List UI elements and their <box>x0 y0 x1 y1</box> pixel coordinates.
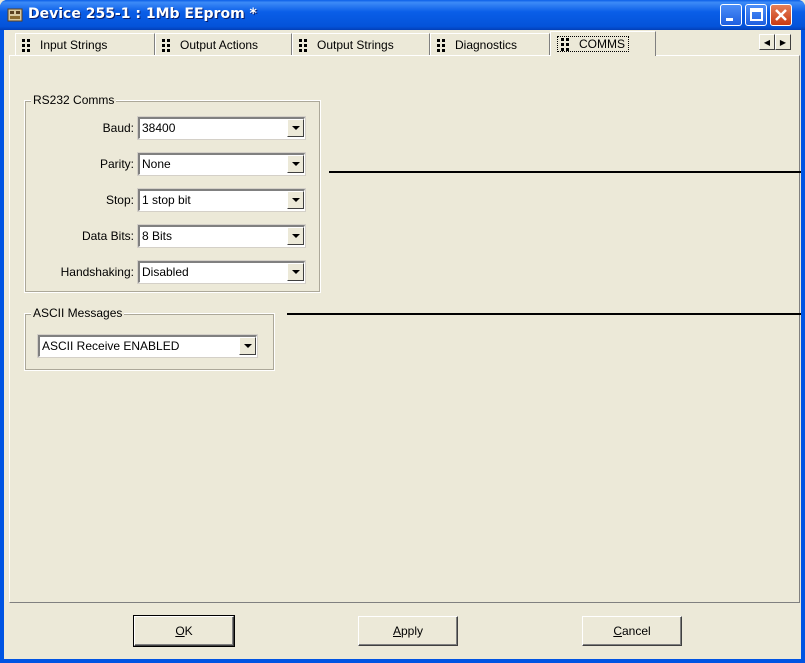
ascii-value: ASCII Receive ENABLED <box>42 339 180 353</box>
apply-mnemonic: A <box>392 624 401 638</box>
minimize-button[interactable] <box>720 4 742 26</box>
title-bar[interactable]: Device 255-1 : 1Mb EEprom * <box>0 0 805 30</box>
tab-output-actions[interactable]: Output Actions <box>155 33 292 55</box>
tab-scroll: ◀ ▶ <box>759 34 791 50</box>
baud-value: 38400 <box>142 121 176 135</box>
maximize-icon <box>750 8 763 21</box>
maximize-button[interactable] <box>745 4 767 26</box>
tab-label: Diagnostics <box>455 37 518 52</box>
grip-icon <box>22 38 32 52</box>
stop-value: 1 stop bit <box>142 193 191 207</box>
app-icon <box>7 8 23 22</box>
handshaking-label: Handshaking: <box>60 265 134 279</box>
close-button[interactable] <box>770 4 792 26</box>
dropdown-arrow-icon[interactable] <box>287 119 304 137</box>
dropdown-arrow-icon[interactable] <box>287 191 304 209</box>
window-title: Device 255-1 : 1Mb EEprom * <box>28 6 257 22</box>
tab-scroll-right-button[interactable]: ▶ <box>775 34 791 50</box>
dropdown-arrow-icon[interactable] <box>239 337 256 355</box>
grip-icon <box>162 38 172 52</box>
cancel-mnemonic: C <box>613 624 622 638</box>
data-bits-value: 8 Bits <box>142 229 173 243</box>
stop-label: Stop: <box>105 193 134 207</box>
data-bits-select[interactable]: 8 Bits <box>137 224 306 248</box>
dropdown-arrow-icon[interactable] <box>287 263 304 281</box>
data-bits-label: Data Bits: <box>81 229 134 243</box>
tab-input-strings[interactable]: Input Strings <box>15 33 155 55</box>
tab-diagnostics[interactable]: Diagnostics <box>430 33 550 55</box>
grip-icon <box>437 38 447 52</box>
ok-button[interactable]: OK <box>133 615 235 647</box>
handshaking-value: Disabled <box>142 265 189 279</box>
baud-label: Baud: <box>102 121 134 135</box>
close-icon <box>775 9 787 21</box>
left-arrow-icon: ◀ <box>763 37 771 47</box>
parity-label: Parity: <box>99 157 134 171</box>
tab-strip: Input Strings Output Actions Output Stri… <box>4 30 656 56</box>
grip-icon <box>561 37 571 51</box>
stop-select[interactable]: 1 stop bit <box>137 188 306 212</box>
tab-output-strings[interactable]: Output Strings <box>292 33 430 55</box>
ascii-select[interactable]: ASCII Receive ENABLED <box>37 334 258 358</box>
rs232-group-title: RS232 Comms <box>31 93 117 107</box>
cancel-label-rest: ancel <box>621 624 651 638</box>
apply-button[interactable]: Apply <box>358 616 458 646</box>
callout-line <box>287 313 801 315</box>
parity-select[interactable]: None <box>137 152 306 176</box>
tab-comms[interactable]: COMMS <box>550 31 656 56</box>
tab-label: Output Strings <box>317 37 394 52</box>
dropdown-arrow-icon[interactable] <box>287 227 304 245</box>
dropdown-arrow-icon[interactable] <box>287 155 304 173</box>
tab-label: COMMS <box>579 37 625 51</box>
baud-select[interactable]: 38400 <box>137 116 306 140</box>
tab-scroll-left-button[interactable]: ◀ <box>759 34 775 50</box>
parity-value: None <box>142 157 171 171</box>
tab-focus: COMMS <box>557 36 629 52</box>
ok-mnemonic: O <box>175 624 185 638</box>
apply-label-rest: pply <box>401 624 424 638</box>
minimize-icon <box>726 18 733 21</box>
app-window: Device 255-1 : 1Mb EEprom * Input String… <box>0 0 805 663</box>
handshaking-select[interactable]: Disabled <box>137 260 306 284</box>
cancel-button[interactable]: Cancel <box>582 616 682 646</box>
ascii-group-title: ASCII Messages <box>31 306 125 320</box>
tab-label: Output Actions <box>180 37 259 52</box>
tab-label: Input Strings <box>40 37 108 52</box>
right-arrow-icon: ▶ <box>779 37 787 47</box>
grip-icon <box>299 38 309 52</box>
callout-line <box>329 171 801 173</box>
ok-label-rest: K <box>184 624 193 638</box>
